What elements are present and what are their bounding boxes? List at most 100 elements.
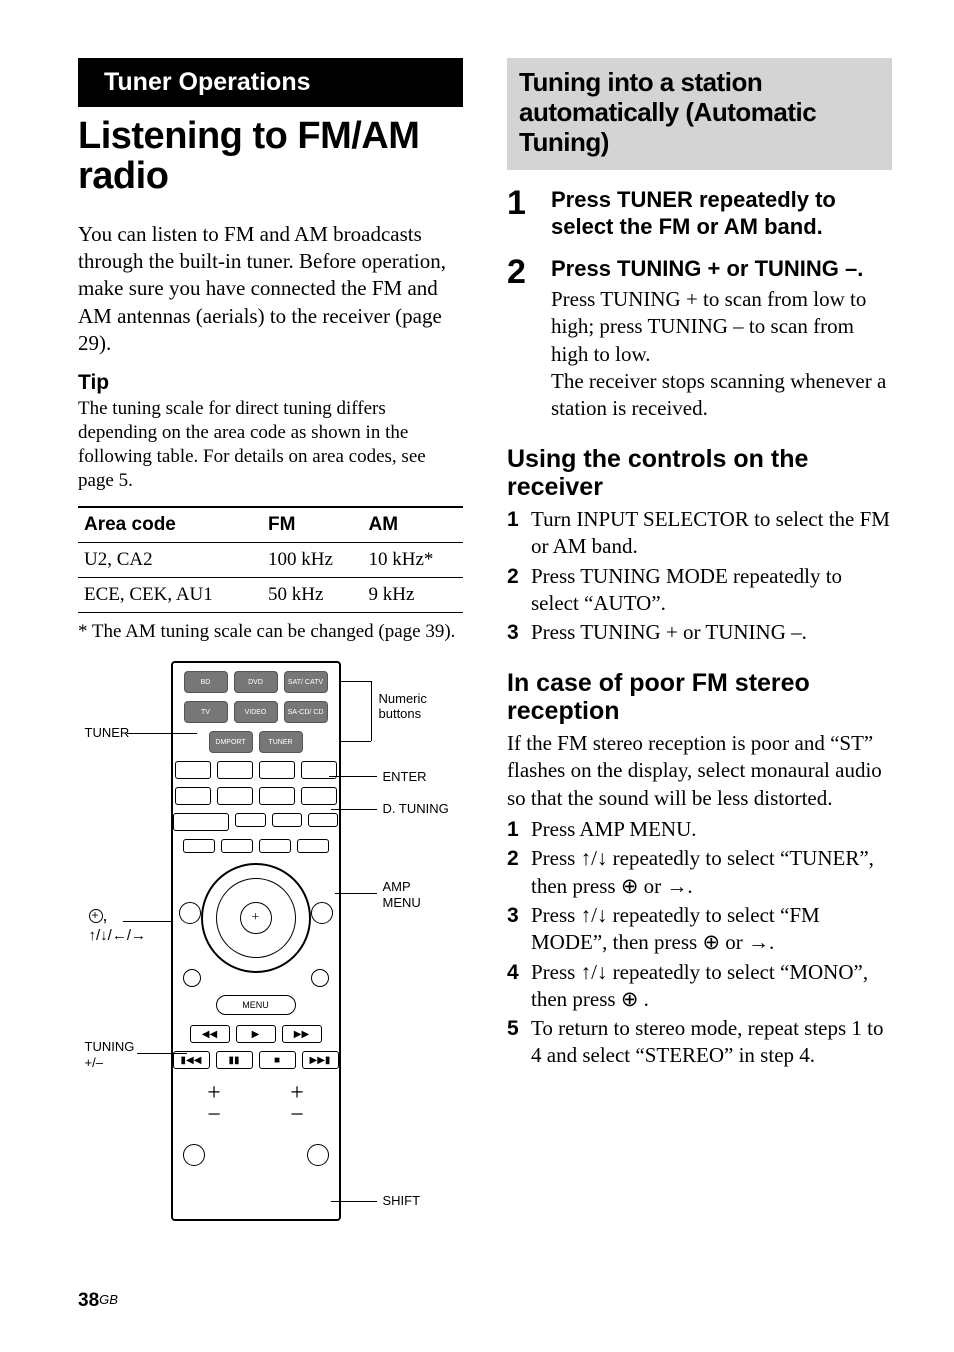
list-item: 1Turn INPUT SELECTOR to select the FM or… [507, 506, 892, 561]
tip-heading: Tip [78, 371, 463, 395]
remote-btn [217, 761, 253, 779]
big-step: 1 Press TUNER repeatedly to select the F… [507, 186, 892, 241]
t: Turn INPUT SELECTOR to select the FM or … [531, 506, 892, 561]
sub-heading: Using the controls on the receiver [507, 445, 892, 503]
menu-pill: MENU [216, 995, 296, 1015]
big-step: 2 Press TUNING + or TUNING –. Press TUNI… [507, 255, 892, 423]
cell: 9 kHz [362, 578, 463, 613]
page-title: Listening to FM/AM radio [78, 117, 463, 197]
cell: ECE, CEK, AU1 [78, 578, 262, 613]
step-heading: Press TUNER repeatedly to select the FM … [551, 186, 892, 241]
remote-btn: TV [184, 701, 228, 723]
step-number: 2 [507, 255, 533, 423]
t: Press ↑/↓ repeatedly to select “TUNER”, … [531, 845, 892, 900]
step-body: Press TUNING + to scan from low to high;… [551, 286, 892, 422]
remote-btn-tuner: TUNER [259, 731, 303, 753]
boxed-heading: Tuning into a station automatically (Aut… [507, 58, 892, 170]
n: 2 [507, 845, 525, 900]
t: Press TUNING + or TUNING –. [531, 619, 892, 646]
n: 3 [507, 619, 525, 646]
remote-side-button [307, 1144, 329, 1166]
label-tuning: TUNING [85, 1039, 135, 1054]
label-menu: MENU [383, 895, 421, 910]
cell: 10 kHz* [362, 543, 463, 578]
remote-btn [259, 761, 295, 779]
n: 3 [507, 902, 525, 957]
sub-intro: If the FM stereo reception is poor and “… [507, 730, 892, 812]
remote-side-button [179, 902, 201, 924]
step-number: 1 [507, 186, 533, 241]
page-footer: 38GB [78, 1290, 118, 1312]
list-item: 4Press ↑/↓ repeatedly to select “MONO”, … [507, 959, 892, 1014]
remote-btn [175, 761, 211, 779]
table-header-row: Area code FM AM [78, 507, 463, 543]
remote-side-button [311, 902, 333, 924]
remote-btn: VIDEO [234, 701, 278, 723]
n: 5 [507, 1015, 525, 1070]
remote-btn: DMPORT [209, 731, 253, 753]
comma: , [103, 905, 108, 925]
t: Press TUNING MODE repeatedly to select “… [531, 563, 892, 618]
page-suffix: GB [99, 1292, 118, 1307]
remote-btn [272, 813, 302, 827]
remote-btn [259, 839, 291, 853]
remote-btn [301, 787, 337, 805]
label-shift: SHIFT [383, 1193, 421, 1208]
remote-btn: BD [184, 671, 228, 693]
n: 4 [507, 959, 525, 1014]
list-item: 2Press ↑/↓ repeatedly to select “TUNER”,… [507, 845, 892, 900]
list-item: 5To return to stereo mode, repeat steps … [507, 1015, 892, 1070]
tip-body: The tuning scale for direct tuning diffe… [78, 397, 463, 492]
label-tuner: TUNER [85, 725, 130, 740]
nav-enter-icon: , [89, 905, 108, 926]
transport-stop-icon: ■ [259, 1051, 296, 1069]
cell: 100 kHz [262, 543, 363, 578]
list-item: 1Press AMP MENU. [507, 816, 892, 843]
transport-rew-icon: ◀◀ [190, 1025, 230, 1043]
remote-diagram: BD DVD SAT/ CATV TV VIDEO SA-CD/ CD DMPO… [91, 661, 451, 1241]
label-enter: ENTER [383, 769, 427, 784]
t: Press AMP MENU. [531, 816, 892, 843]
label-dtuning: D. TUNING [383, 801, 449, 816]
sub-heading: In case of poor FM stereo reception [507, 669, 892, 727]
transport-pause-icon: ▮▮ [216, 1051, 253, 1069]
enter-button-icon: + [240, 902, 272, 934]
th-fm: FM [262, 507, 363, 543]
list-item: 2Press TUNING MODE repeatedly to select … [507, 563, 892, 618]
table-row: U2, CA2 100 kHz 10 kHz* [78, 543, 463, 578]
remote-btn: SA-CD/ CD [284, 701, 328, 723]
remote-btn: DVD [234, 671, 278, 693]
page-number: 38 [78, 1290, 99, 1311]
label-tuning-pm: +/– [85, 1055, 103, 1070]
remote-btn: SAT/ CATV [284, 671, 328, 693]
intro-paragraph: You can listen to FM and AM broadcasts t… [78, 221, 463, 357]
label-amp: AMP [383, 879, 411, 894]
th-area: Area code [78, 507, 262, 543]
n: 2 [507, 563, 525, 618]
remote-btn [221, 839, 253, 853]
remote-side-button [311, 969, 329, 987]
step-heading: Press TUNING + or TUNING –. [551, 255, 892, 283]
cell: U2, CA2 [78, 543, 262, 578]
t: To return to stereo mode, repeat steps 1… [531, 1015, 892, 1070]
table-footnote: * The AM tuning scale can be changed (pa… [78, 621, 463, 643]
th-am: AM [362, 507, 463, 543]
cell: 50 kHz [262, 578, 363, 613]
volume-rocker-icon: +− [199, 1083, 229, 1126]
remote-btn [175, 787, 211, 805]
section-tab: Tuner Operations [78, 58, 463, 107]
t: Press ↑/↓ repeatedly to select “MONO”, t… [531, 959, 892, 1014]
nav-ring: + [201, 863, 311, 973]
n: 1 [507, 816, 525, 843]
volume-rocker-icon: +− [282, 1083, 312, 1126]
remote-btn [183, 839, 215, 853]
remote-btn [235, 813, 265, 827]
list-item: 3Press ↑/↓ repeatedly to select “FM MODE… [507, 902, 892, 957]
table-row: ECE, CEK, AU1 50 kHz 9 kHz [78, 578, 463, 613]
t: Press ↑/↓ repeatedly to select “FM MODE”… [531, 902, 892, 957]
remote-btn [217, 787, 253, 805]
remote-btn [308, 813, 338, 827]
remote-btn [173, 813, 230, 831]
n: 1 [507, 506, 525, 561]
transport-next-icon: ▶▶▮ [302, 1051, 339, 1069]
